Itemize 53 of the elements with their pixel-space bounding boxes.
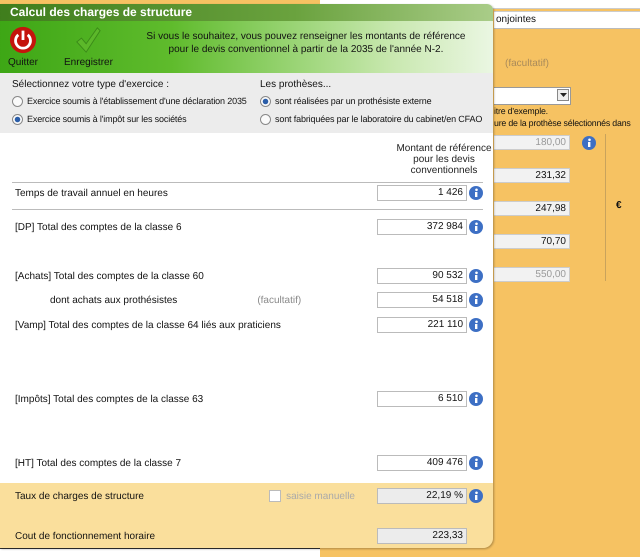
amount-field[interactable]: 223,33 [377, 528, 467, 544]
info-icon[interactable] [469, 489, 483, 503]
column-header: Montant de référence pour les devis conventionnels [395, 143, 493, 176]
info-icon[interactable] [469, 456, 483, 470]
radio-button[interactable] [12, 114, 23, 124]
power-icon [9, 26, 37, 54]
row-label: Taux de charges de structure [15, 490, 144, 502]
row-label: [Vamp] Total des comptes de la classe 64 liés aux praticiens [15, 320, 281, 330]
amount-field[interactable]: 247,98 [494, 201, 570, 216]
radio-option[interactable]: sont fabriquées par le laboratoire du cabinet/en CFAO [260, 111, 482, 127]
row-label: [DP] Total des comptes de la classe 6 [15, 222, 182, 232]
radio-button[interactable] [12, 96, 23, 106]
row-label: [Achats] Total des comptes de la classe 60 [15, 270, 204, 282]
amount-field[interactable]: 1 426 [377, 185, 467, 201]
radio-button[interactable] [260, 114, 271, 124]
amount-field[interactable]: 6 510 [377, 391, 467, 407]
radio-button[interactable] [260, 96, 271, 106]
checkmark-icon [74, 26, 102, 54]
group-title: Les prothèses... [260, 79, 332, 90]
dropdown-field[interactable] [494, 87, 571, 105]
row-label: Temps de travail annuel en heures [15, 188, 168, 198]
info-icon[interactable] [469, 293, 483, 307]
row-label: dont achats aux prothésistes [50, 294, 178, 306]
optional-note: (facultatif) [257, 294, 302, 306]
amount-field[interactable]: 231,32 [494, 168, 570, 183]
text-field[interactable]: onjointes [494, 11, 640, 29]
save-button[interactable]: Enregistrer [64, 26, 113, 68]
radio-option[interactable]: Exercice soumis à l'établissement d'une déclaration 2035 [12, 93, 256, 109]
info-icon[interactable] [469, 220, 483, 234]
row-label: [Impôts] Total des comptes de la classe 63 [15, 394, 204, 404]
info-message: Si vous le souhaitez, vous pouvez renseigner les montants de référence pour le devis conventionnel à partir de la 2035 de l'année N-2. [145, 30, 466, 56]
currency-symbol: € [616, 200, 622, 211]
info-icon[interactable] [469, 392, 483, 406]
amount-field[interactable]: 22,19 % [377, 488, 467, 504]
amount-field[interactable]: 90 532 [377, 268, 467, 284]
info-icon[interactable] [469, 186, 483, 200]
optional-note: (facultatif) [505, 58, 550, 69]
radio-option[interactable]: sont réalisées par un prothésiste externe [260, 93, 482, 109]
amount-field[interactable]: 221 110 [377, 317, 467, 333]
amount-field[interactable]: 372 984 [377, 219, 467, 235]
radio-option[interactable]: Exercice soumis à l'impôt sur les sociétés [12, 111, 256, 127]
hint-text: itre d'exemple. [494, 105, 549, 117]
amount-field[interactable]: 54 518 [377, 292, 467, 308]
row-label: Cout de fonctionnement horaire [15, 530, 156, 542]
row-label: [HT] Total des comptes de la classe 7 [15, 458, 182, 468]
quit-button[interactable]: Quitter [8, 26, 38, 68]
info-icon[interactable] [469, 318, 483, 332]
amount-field[interactable]: 70,70 [494, 234, 570, 249]
window-title: Calcul des charges de structure [0, 4, 493, 21]
info-icon[interactable] [469, 269, 483, 283]
group-title: Sélectionnez votre type d'exercice : [12, 79, 170, 90]
hint-text: ure de la prothèse sélectionnés dans [494, 117, 632, 129]
amount-field[interactable]: 409 476 [377, 455, 467, 471]
